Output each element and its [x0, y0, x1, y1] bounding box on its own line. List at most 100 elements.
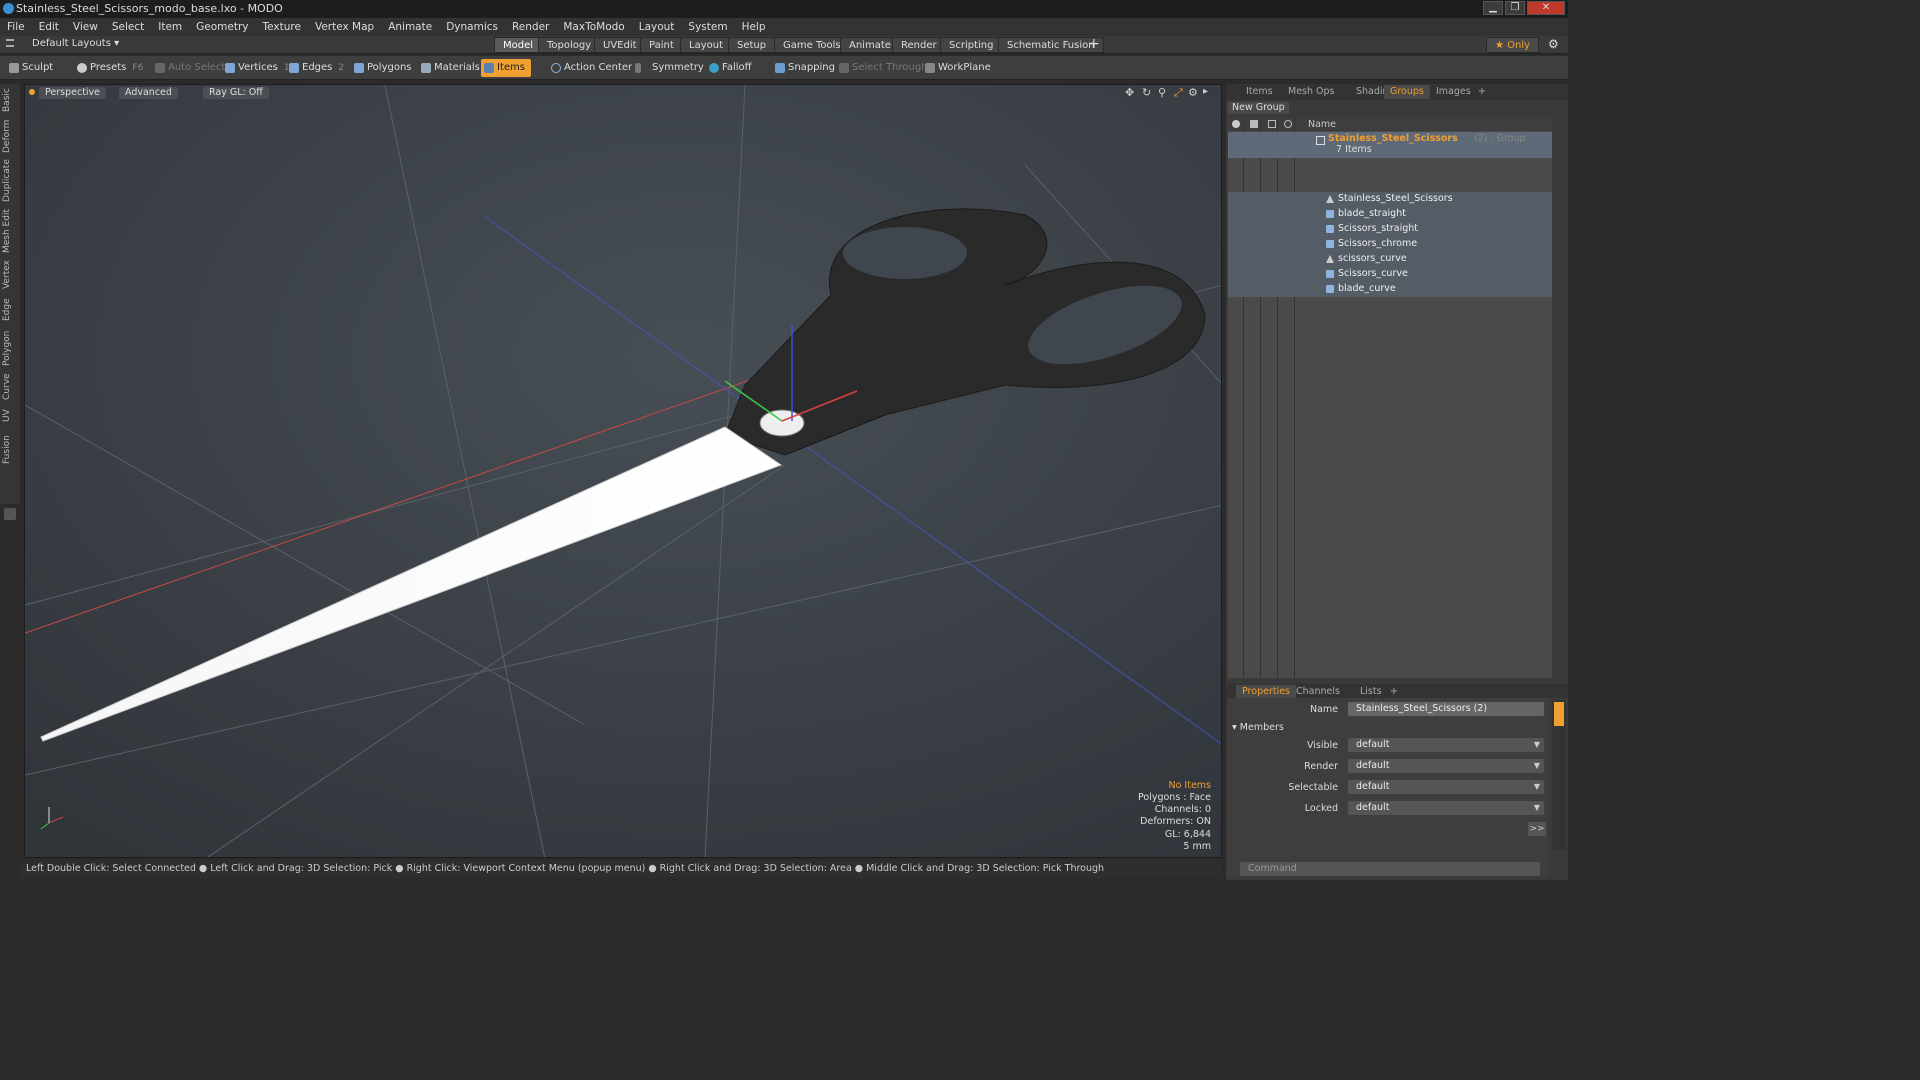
- tab-paint[interactable]: Paint: [640, 37, 683, 53]
- menu-texture[interactable]: Texture: [256, 21, 308, 33]
- viewport-expand-icon[interactable]: ▸: [1203, 86, 1208, 97]
- tab-channels[interactable]: Channels: [1290, 685, 1346, 699]
- viewport-settings-icon[interactable]: ⚙: [1188, 86, 1198, 99]
- only-toggle[interactable]: ★ Only: [1486, 37, 1540, 53]
- default-layouts-dropdown[interactable]: Default Layouts ▾: [32, 38, 119, 49]
- close-button[interactable]: ✕: [1527, 1, 1565, 15]
- minimize-button[interactable]: ▁: [1483, 1, 1503, 15]
- menu-render[interactable]: Render: [505, 21, 556, 33]
- tab-animate[interactable]: Animate: [840, 37, 900, 53]
- list-item[interactable]: blade_curve: [1228, 282, 1552, 297]
- members-section[interactable]: ▾ Members: [1232, 722, 1284, 733]
- tab-images[interactable]: Images: [1430, 85, 1477, 99]
- presets-button[interactable]: Presets F6: [74, 59, 143, 77]
- polygons-button[interactable]: Polygons: [351, 59, 412, 77]
- pan-icon[interactable]: ✥: [1125, 86, 1134, 99]
- add-properties-tab-button[interactable]: +: [1384, 685, 1404, 699]
- render-dropdown[interactable]: default ▼: [1348, 759, 1544, 773]
- action-center-button[interactable]: Action Center: [548, 59, 632, 77]
- tab-groups[interactable]: Groups: [1384, 85, 1430, 99]
- menu-edit[interactable]: Edit: [32, 21, 66, 33]
- list-item[interactable]: blade_straight: [1228, 207, 1552, 222]
- palette-toggle-icon[interactable]: [4, 508, 16, 520]
- visible-dropdown[interactable]: default ▼: [1348, 738, 1544, 752]
- tab-mesh-ops[interactable]: Mesh Ops: [1282, 85, 1341, 99]
- materials-button[interactable]: Materials: [418, 59, 480, 77]
- vtab-duplicate[interactable]: Duplicate: [2, 158, 18, 204]
- list-item[interactable]: Stainless_Steel_Scissors: [1228, 192, 1552, 207]
- new-group-button[interactable]: New Group: [1228, 102, 1289, 114]
- viewport-advanced-button[interactable]: Advanced: [119, 87, 178, 99]
- menu-layout[interactable]: Layout: [632, 21, 682, 33]
- tab-model[interactable]: Model: [494, 37, 543, 53]
- menu-help[interactable]: Help: [735, 21, 773, 33]
- vertices-button[interactable]: Vertices 1: [222, 59, 290, 77]
- maximize-viewport-icon[interactable]: ⤢: [1174, 86, 1183, 100]
- layout-menu-icon[interactable]: [6, 39, 14, 47]
- menu-item[interactable]: Item: [151, 21, 189, 33]
- group-row[interactable]: Stainless_Steel_Scissors (2) : Group 7 I…: [1228, 132, 1552, 158]
- falloff-button[interactable]: Falloff: [706, 59, 752, 77]
- tab-scripting[interactable]: Scripting: [940, 37, 1003, 53]
- tab-uvedit[interactable]: UVEdit: [594, 37, 646, 53]
- raygl-toggle[interactable]: Ray GL: Off: [203, 87, 269, 99]
- select-through-button[interactable]: Select Through: [836, 59, 928, 77]
- name-column-header[interactable]: Name: [1308, 118, 1336, 131]
- list-item[interactable]: Scissors_straight: [1228, 222, 1552, 237]
- maximize-button[interactable]: ❐: [1505, 1, 1525, 15]
- vtab-edge[interactable]: Edge: [2, 296, 18, 324]
- vtab-polygon[interactable]: Polygon: [2, 328, 18, 368]
- symmetry-button[interactable]: Symmetry: [632, 59, 704, 77]
- locked-dropdown[interactable]: default ▼: [1348, 801, 1544, 815]
- tab-topology[interactable]: Topology: [538, 37, 601, 53]
- list-item[interactable]: scissors_curve: [1228, 252, 1552, 267]
- group-side-tab[interactable]: [1554, 702, 1564, 726]
- vtab-mesh-edit[interactable]: Mesh Edit: [2, 208, 18, 254]
- menu-system[interactable]: System: [681, 21, 734, 33]
- tab-items[interactable]: Items: [1240, 85, 1279, 99]
- menu-dynamics[interactable]: Dynamics: [439, 21, 505, 33]
- items-button[interactable]: Items: [481, 59, 531, 77]
- vtab-curve[interactable]: Curve: [2, 372, 18, 402]
- menu-animate[interactable]: Animate: [381, 21, 439, 33]
- vtab-basic[interactable]: Basic: [2, 86, 18, 114]
- add-tab-button[interactable]: +: [1088, 36, 1100, 52]
- tab-setup[interactable]: Setup: [728, 37, 776, 53]
- tab-layout[interactable]: Layout: [680, 37, 732, 53]
- sculpt-button[interactable]: Sculpt: [6, 59, 53, 77]
- name-field[interactable]: Stainless_Steel_Scissors (2): [1348, 702, 1544, 716]
- command-input[interactable]: Command: [1240, 862, 1540, 876]
- vtab-fusion[interactable]: Fusion: [2, 432, 18, 468]
- viewport-canvas[interactable]: [25, 85, 1222, 858]
- vtab-deform[interactable]: Deform: [2, 118, 18, 154]
- list-item[interactable]: Scissors_chrome: [1228, 237, 1552, 252]
- rotate-icon[interactable]: ↻: [1142, 86, 1151, 99]
- tab-render[interactable]: Render: [892, 37, 946, 53]
- tab-properties[interactable]: Properties: [1236, 685, 1297, 699]
- properties-tab-bar: Properties Channels Lists +: [1226, 684, 1568, 699]
- group-icon: [1316, 136, 1325, 145]
- menu-geometry[interactable]: Geometry: [189, 21, 255, 33]
- gear-icon[interactable]: ⚙: [1548, 37, 1559, 51]
- menu-file[interactable]: File: [0, 21, 32, 33]
- auto-select-button[interactable]: Auto Select: [152, 59, 225, 77]
- edges-button[interactable]: Edges 2: [286, 59, 344, 77]
- add-panel-tab-button[interactable]: +: [1472, 85, 1492, 99]
- zoom-icon[interactable]: ⚲: [1158, 86, 1166, 99]
- tab-game-tools[interactable]: Game Tools: [774, 37, 850, 53]
- vtab-uv[interactable]: UV: [2, 406, 18, 426]
- menu-view[interactable]: View: [66, 21, 105, 33]
- viewport-menu-icon[interactable]: [29, 89, 35, 95]
- selectable-dropdown[interactable]: default ▼: [1348, 780, 1544, 794]
- menu-maxtomodo[interactable]: MaxToModo: [556, 21, 631, 33]
- view-type-dropdown[interactable]: Perspective: [39, 87, 107, 99]
- more-button[interactable]: >>: [1528, 822, 1546, 836]
- workplane-button[interactable]: WorkPlane: [922, 59, 991, 77]
- snapping-button[interactable]: Snapping: [772, 59, 835, 77]
- vtab-vertex[interactable]: Vertex: [2, 258, 18, 292]
- menu-select[interactable]: Select: [105, 21, 151, 33]
- menu-vertex-map[interactable]: Vertex Map: [308, 21, 381, 33]
- tab-lists[interactable]: Lists: [1354, 685, 1388, 699]
- list-item[interactable]: Scissors_curve: [1228, 267, 1552, 282]
- 3d-viewport[interactable]: Perspective Advanced Ray GL: Off ✥ ↻ ⚲ ⤢…: [24, 84, 1222, 858]
